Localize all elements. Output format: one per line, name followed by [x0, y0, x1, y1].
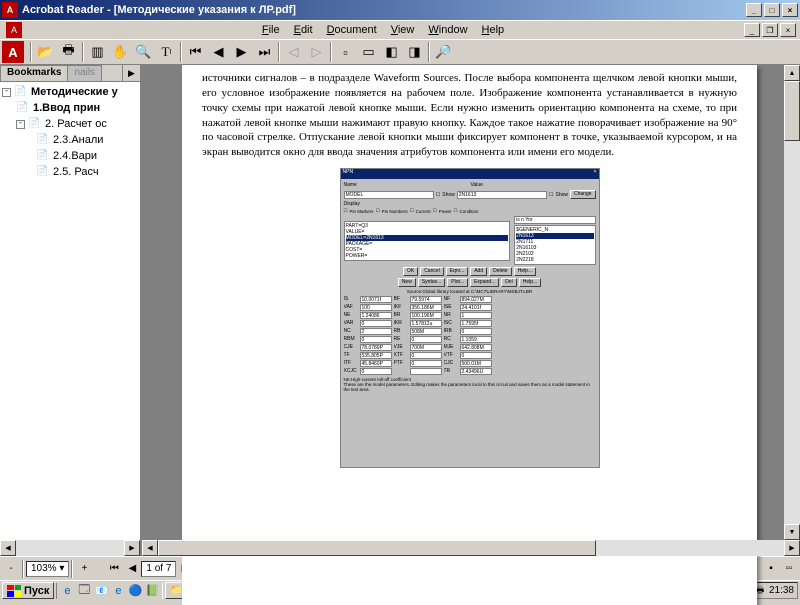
collapse-icon[interactable]: -: [16, 120, 25, 129]
clock[interactable]: 21:38: [769, 585, 794, 596]
first-page-button[interactable]: ⏮: [184, 41, 207, 63]
bookmark-icon: 📄: [36, 150, 50, 162]
bookmark-tree: - 📄 Методические у 📄 1.Ввод прин - 📄 2. …: [0, 82, 140, 540]
text-select-tool[interactable]: TI: [155, 41, 178, 63]
body-text: источники сигналов – в подразделе Wavefo…: [202, 71, 737, 160]
app-icon: A: [2, 2, 18, 18]
tab-bookmarks[interactable]: Bookmarks: [0, 65, 68, 81]
bookmark-icon: 📄: [16, 102, 30, 114]
ie-icon[interactable]: e: [110, 583, 126, 599]
prev-page-status[interactable]: ◀: [123, 560, 141, 578]
zoom-tool[interactable]: 🔍: [132, 41, 155, 63]
back-button[interactable]: ◁: [282, 41, 305, 63]
document-pane: источники сигналов – в подразделе Wavefo…: [142, 65, 800, 556]
title-doc: [Методические указания к ЛР.pdf]: [114, 4, 296, 16]
actual-size-button[interactable]: ▫: [334, 41, 357, 63]
ie-icon[interactable]: e: [59, 583, 75, 599]
windows-flag-icon: [7, 585, 21, 597]
close-button[interactable]: ×: [782, 3, 798, 17]
last-page-button[interactable]: ⏭: [253, 41, 276, 63]
bookmark-icon: 📄: [28, 118, 42, 130]
collapse-icon[interactable]: -: [2, 88, 11, 97]
tree-root[interactable]: - 📄 Методические у: [2, 84, 138, 100]
hand-tool[interactable]: ✋: [109, 41, 132, 63]
mdi-minimize[interactable]: _: [744, 23, 760, 37]
tree-item[interactable]: 📄 2.4.Вари: [2, 148, 138, 164]
menu-edit[interactable]: Edit: [287, 24, 320, 36]
adobe-icon: A: [2, 41, 24, 63]
pdf-page: источники сигналов – в подразделе Wavefo…: [182, 65, 757, 605]
outlook-icon[interactable]: 📧: [93, 583, 109, 599]
tree-item[interactable]: - 📄 2. Расчет ос: [2, 116, 138, 132]
tree-item[interactable]: 📄 1.Ввод прин: [2, 100, 138, 116]
tree-item[interactable]: 📄 2.5. Расч: [2, 164, 138, 180]
tab-scroll-icon[interactable]: ▶: [122, 65, 140, 81]
next-page-button[interactable]: ▶: [230, 41, 253, 63]
continuous-view[interactable]: ▪: [762, 560, 780, 578]
tab-thumbnails[interactable]: nails: [67, 65, 102, 81]
mdi-restore[interactable]: ❐: [762, 23, 778, 37]
content-hscroll[interactable]: ◀ ▶: [142, 540, 800, 556]
desktop-icon[interactable]: 🗔: [76, 583, 92, 599]
reflow-button[interactable]: ◨: [403, 41, 426, 63]
embedded-dialog-image: NPN× Name Value MODEL ☐Show 2N1613 ☐Show…: [340, 168, 600, 468]
find-button[interactable]: 🔎: [432, 41, 455, 63]
prev-page-button[interactable]: ◀: [207, 41, 230, 63]
page-field[interactable]: 1 of 7: [141, 561, 176, 577]
bookmark-icon: 📄: [36, 166, 50, 178]
menu-help[interactable]: Help: [475, 24, 512, 36]
app-titlebar: A Acrobat Reader - [Методические указани…: [0, 0, 800, 20]
facing-view[interactable]: ▫▫: [780, 560, 798, 578]
bookmark-icon: 📄: [14, 86, 28, 98]
zoom-in-button[interactable]: +: [75, 560, 93, 578]
zoom-out-button[interactable]: -: [2, 560, 20, 578]
menu-file[interactable]: FFileile: [255, 24, 287, 36]
quick-launch: e 🗔 📧 e 🔵 📗: [56, 583, 163, 599]
minimize-button[interactable]: _: [746, 3, 762, 17]
menu-window[interactable]: Window: [421, 24, 474, 36]
zoom-field[interactable]: 103% ▾: [26, 561, 69, 577]
menu-view[interactable]: View: [384, 24, 422, 36]
main-toolbar: A 📂 🖶 ▥ ✋ 🔍 TI ⏮ ◀ ▶ ⏭ ◁ ▷ ▫ ▭ ◧ ◨ 🔎: [0, 39, 800, 65]
menu-document[interactable]: Document: [320, 24, 384, 36]
first-page-status[interactable]: ⏮: [105, 560, 123, 578]
title-app: Acrobat Reader: [22, 4, 104, 16]
start-button[interactable]: Пуск: [2, 582, 54, 599]
nav-pane-button[interactable]: ▥: [86, 41, 109, 63]
print-button[interactable]: 🖶: [57, 41, 80, 63]
open-button[interactable]: 📂: [34, 41, 57, 63]
fit-width-button[interactable]: ◧: [380, 41, 403, 63]
forward-button[interactable]: ▷: [305, 41, 328, 63]
nav-sidebar: Bookmarks nails ▶ - 📄 Методические у 📄 1…: [0, 65, 142, 556]
fit-page-button[interactable]: ▭: [357, 41, 380, 63]
bookmark-icon: 📄: [36, 134, 50, 146]
tree-item[interactable]: 📄 2.3.Анали: [2, 132, 138, 148]
mdi-close[interactable]: ×: [780, 23, 796, 37]
app-icon[interactable]: 🔵: [127, 583, 143, 599]
mdi-menubar: A FFileile Edit Document View Window Hel…: [0, 20, 800, 39]
maximize-button[interactable]: □: [764, 3, 780, 17]
content-vscroll[interactable]: ▲ ▼: [784, 65, 800, 540]
mdi-icon: A: [6, 22, 22, 38]
sidebar-hscroll[interactable]: ◀▶: [0, 540, 140, 556]
app-icon[interactable]: 📗: [144, 583, 160, 599]
